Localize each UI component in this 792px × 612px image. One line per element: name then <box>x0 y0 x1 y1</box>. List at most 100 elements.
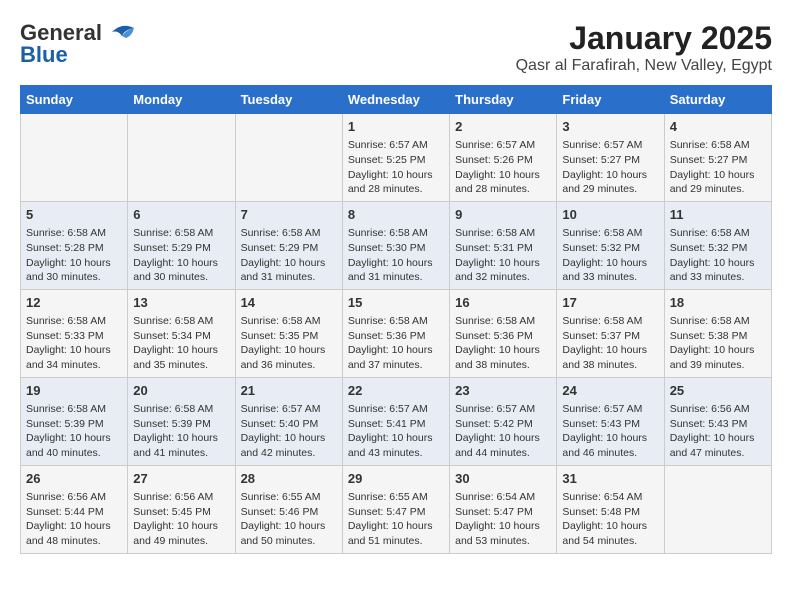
day-info: Sunrise: 6:56 AM Sunset: 5:44 PM Dayligh… <box>26 490 122 549</box>
calendar-cell: 6 Sunrise: 6:58 AM Sunset: 5:29 PM Daylig… <box>128 201 235 289</box>
day-number: 10 <box>562 206 658 224</box>
day-number: 29 <box>348 470 444 488</box>
calendar-cell: 4 Sunrise: 6:58 AM Sunset: 5:27 PM Daylig… <box>664 114 771 202</box>
calendar-week-row: 19Sunrise: 6:58 AM Sunset: 5:39 PM Dayli… <box>21 377 772 465</box>
day-number: 22 <box>348 382 444 400</box>
day-number: 3 <box>562 118 658 136</box>
day-info: Sunrise: 6:57 AM Sunset: 5:26 PM Dayligh… <box>455 138 551 197</box>
calendar-cell: 5 Sunrise: 6:58 AM Sunset: 5:28 PM Daylig… <box>21 201 128 289</box>
day-number: 6 <box>133 206 229 224</box>
day-number: 13 <box>133 294 229 312</box>
day-info: Sunrise: 6:58 AM Sunset: 5:35 PM Dayligh… <box>241 314 337 373</box>
day-info: Sunrise: 6:58 AM Sunset: 5:39 PM Dayligh… <box>26 402 122 461</box>
calendar-cell: 19Sunrise: 6:58 AM Sunset: 5:39 PM Dayli… <box>21 377 128 465</box>
calendar-cell: 22 Sunrise: 6:57 AM Sunset: 5:41 PM Dayli… <box>342 377 449 465</box>
calendar-cell <box>128 114 235 202</box>
day-info: Sunrise: 6:58 AM Sunset: 5:34 PM Dayligh… <box>133 314 229 373</box>
day-number: 21 <box>241 382 337 400</box>
day-number: 26 <box>26 470 122 488</box>
calendar-week-row: 12 Sunrise: 6:58 AM Sunset: 5:33 PM Dayli… <box>21 289 772 377</box>
day-info: Sunrise: 6:55 AM Sunset: 5:46 PM Dayligh… <box>241 490 337 549</box>
day-info: Sunrise: 6:57 AM Sunset: 5:42 PM Dayligh… <box>455 402 551 461</box>
day-info: Sunrise: 6:54 AM Sunset: 5:48 PM Dayligh… <box>562 490 658 549</box>
page-title: January 2025 <box>516 20 772 57</box>
calendar-cell: 16Sunrise: 6:58 AM Sunset: 5:36 PM Dayli… <box>450 289 557 377</box>
calendar-cell: 21 Sunrise: 6:57 AM Sunset: 5:40 PM Dayli… <box>235 377 342 465</box>
calendar-week-row: 1Sunrise: 6:57 AM Sunset: 5:25 PM Daylig… <box>21 114 772 202</box>
day-number: 4 <box>670 118 766 136</box>
day-info: Sunrise: 6:58 AM Sunset: 5:32 PM Dayligh… <box>670 226 766 285</box>
day-info: Sunrise: 6:57 AM Sunset: 5:40 PM Dayligh… <box>241 402 337 461</box>
title-block: January 2025 Qasr al Farafirah, New Vall… <box>516 20 772 75</box>
day-number: 23 <box>455 382 551 400</box>
calendar-cell: 2Sunrise: 6:57 AM Sunset: 5:26 PM Daylig… <box>450 114 557 202</box>
day-info: Sunrise: 6:58 AM Sunset: 5:37 PM Dayligh… <box>562 314 658 373</box>
day-info: Sunrise: 6:58 AM Sunset: 5:39 PM Dayligh… <box>133 402 229 461</box>
day-info: Sunrise: 6:56 AM Sunset: 5:43 PM Dayligh… <box>670 402 766 461</box>
calendar-week-row: 5 Sunrise: 6:58 AM Sunset: 5:28 PM Daylig… <box>21 201 772 289</box>
day-info: Sunrise: 6:58 AM Sunset: 5:36 PM Dayligh… <box>348 314 444 373</box>
calendar-table: SundayMondayTuesdayWednesdayThursdayFrid… <box>20 85 772 554</box>
day-info: Sunrise: 6:58 AM Sunset: 5:30 PM Dayligh… <box>348 226 444 285</box>
day-number: 18 <box>670 294 766 312</box>
calendar-cell: 14 Sunrise: 6:58 AM Sunset: 5:35 PM Dayli… <box>235 289 342 377</box>
header-wednesday: Wednesday <box>342 86 449 114</box>
calendar-cell: 15 Sunrise: 6:58 AM Sunset: 5:36 PM Dayli… <box>342 289 449 377</box>
calendar-cell: 1Sunrise: 6:57 AM Sunset: 5:25 PM Daylig… <box>342 114 449 202</box>
day-number: 25 <box>670 382 766 400</box>
day-info: Sunrise: 6:54 AM Sunset: 5:47 PM Dayligh… <box>455 490 551 549</box>
day-info: Sunrise: 6:58 AM Sunset: 5:29 PM Dayligh… <box>133 226 229 285</box>
calendar-cell: 12 Sunrise: 6:58 AM Sunset: 5:33 PM Dayli… <box>21 289 128 377</box>
calendar-cell: 13 Sunrise: 6:58 AM Sunset: 5:34 PM Dayli… <box>128 289 235 377</box>
logo: General Blue <box>20 20 140 68</box>
day-info: Sunrise: 6:55 AM Sunset: 5:47 PM Dayligh… <box>348 490 444 549</box>
header-friday: Friday <box>557 86 664 114</box>
calendar-cell: 20Sunrise: 6:58 AM Sunset: 5:39 PM Dayli… <box>128 377 235 465</box>
calendar-cell: 17Sunrise: 6:58 AM Sunset: 5:37 PM Dayli… <box>557 289 664 377</box>
calendar-cell: 25 Sunrise: 6:56 AM Sunset: 5:43 PM Dayli… <box>664 377 771 465</box>
day-number: 30 <box>455 470 551 488</box>
calendar-cell: 10 Sunrise: 6:58 AM Sunset: 5:32 PM Dayli… <box>557 201 664 289</box>
header-saturday: Saturday <box>664 86 771 114</box>
header-monday: Monday <box>128 86 235 114</box>
calendar-cell: 18 Sunrise: 6:58 AM Sunset: 5:38 PM Dayli… <box>664 289 771 377</box>
header-sunday: Sunday <box>21 86 128 114</box>
day-info: Sunrise: 6:57 AM Sunset: 5:25 PM Dayligh… <box>348 138 444 197</box>
calendar-cell: 30 Sunrise: 6:54 AM Sunset: 5:47 PM Dayli… <box>450 465 557 553</box>
day-info: Sunrise: 6:58 AM Sunset: 5:33 PM Dayligh… <box>26 314 122 373</box>
page-header: General Blue January 2025 Qasr al Farafi… <box>20 20 772 75</box>
calendar-cell <box>21 114 128 202</box>
day-info: Sunrise: 6:58 AM Sunset: 5:32 PM Dayligh… <box>562 226 658 285</box>
day-info: Sunrise: 6:58 AM Sunset: 5:29 PM Dayligh… <box>241 226 337 285</box>
day-number: 8 <box>348 206 444 224</box>
day-number: 24 <box>562 382 658 400</box>
day-info: Sunrise: 6:58 AM Sunset: 5:31 PM Dayligh… <box>455 226 551 285</box>
day-info: Sunrise: 6:58 AM Sunset: 5:38 PM Dayligh… <box>670 314 766 373</box>
day-number: 9 <box>455 206 551 224</box>
calendar-cell <box>235 114 342 202</box>
header-thursday: Thursday <box>450 86 557 114</box>
day-info: Sunrise: 6:57 AM Sunset: 5:41 PM Dayligh… <box>348 402 444 461</box>
calendar-cell: 27 Sunrise: 6:56 AM Sunset: 5:45 PM Dayli… <box>128 465 235 553</box>
day-info: Sunrise: 6:58 AM Sunset: 5:28 PM Dayligh… <box>26 226 122 285</box>
day-number: 12 <box>26 294 122 312</box>
calendar-week-row: 26 Sunrise: 6:56 AM Sunset: 5:44 PM Dayli… <box>21 465 772 553</box>
day-info: Sunrise: 6:58 AM Sunset: 5:27 PM Dayligh… <box>670 138 766 197</box>
logo-bird-icon <box>104 22 140 44</box>
day-number: 31 <box>562 470 658 488</box>
logo-blue: Blue <box>20 42 68 68</box>
calendar-cell: 28 Sunrise: 6:55 AM Sunset: 5:46 PM Dayli… <box>235 465 342 553</box>
calendar-cell: 24Sunrise: 6:57 AM Sunset: 5:43 PM Dayli… <box>557 377 664 465</box>
day-number: 27 <box>133 470 229 488</box>
day-info: Sunrise: 6:56 AM Sunset: 5:45 PM Dayligh… <box>133 490 229 549</box>
day-number: 11 <box>670 206 766 224</box>
day-number: 15 <box>348 294 444 312</box>
day-info: Sunrise: 6:57 AM Sunset: 5:27 PM Dayligh… <box>562 138 658 197</box>
day-number: 14 <box>241 294 337 312</box>
calendar-cell: 8 Sunrise: 6:58 AM Sunset: 5:30 PM Daylig… <box>342 201 449 289</box>
calendar-cell: 23 Sunrise: 6:57 AM Sunset: 5:42 PM Dayli… <box>450 377 557 465</box>
day-number: 28 <box>241 470 337 488</box>
page-subtitle: Qasr al Farafirah, New Valley, Egypt <box>516 57 772 75</box>
day-number: 5 <box>26 206 122 224</box>
calendar-cell: 9 Sunrise: 6:58 AM Sunset: 5:31 PM Daylig… <box>450 201 557 289</box>
